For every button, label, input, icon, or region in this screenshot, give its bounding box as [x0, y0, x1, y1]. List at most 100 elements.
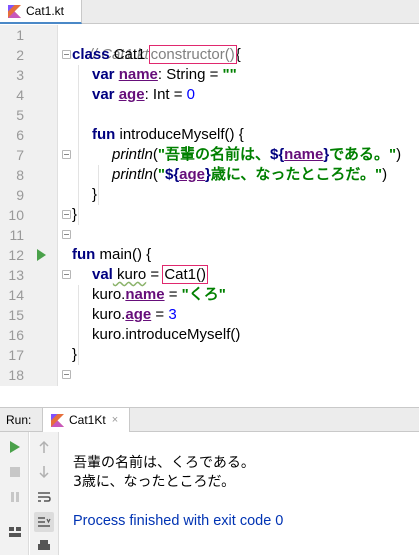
- brace: {: [235, 46, 241, 63]
- brace: }: [72, 346, 78, 363]
- code-line-3: var name: String = "": [92, 65, 237, 85]
- line-number: 16: [8, 327, 24, 343]
- scroll-to-end-icon[interactable]: [34, 512, 54, 532]
- property-name: name: [118, 66, 158, 83]
- fold-marker-icon[interactable]: [62, 370, 71, 379]
- function-signature: main() {: [95, 246, 152, 263]
- run-label: Run:: [6, 413, 32, 427]
- brace: }: [72, 206, 78, 223]
- console-output-line: 3歳に、なったところだ。: [73, 474, 236, 490]
- line-number: 14: [8, 287, 24, 303]
- indent-guide: [78, 65, 79, 225]
- template-open: ${: [269, 146, 285, 163]
- string-literal: "くろ": [181, 286, 226, 303]
- line-number: 2: [16, 47, 24, 63]
- line-number: 6: [16, 127, 24, 143]
- brace: }: [92, 186, 98, 203]
- code-line-10: }: [72, 205, 77, 225]
- paren: ): [382, 166, 388, 183]
- pause-icon[interactable]: [5, 487, 25, 507]
- operator: =: [146, 266, 164, 283]
- fold-marker-icon[interactable]: [62, 270, 71, 279]
- property-age: age: [125, 306, 152, 323]
- line-number: 13: [8, 267, 24, 283]
- property-name: name: [125, 286, 165, 303]
- fold-marker-icon[interactable]: [62, 50, 71, 59]
- line-number: 5: [16, 107, 24, 123]
- method-call: kuro.introduceMyself(): [92, 326, 241, 343]
- fold-marker-icon[interactable]: [62, 150, 71, 159]
- line-number: 12: [8, 247, 24, 263]
- line-number: 15: [8, 307, 24, 323]
- line-number: 9: [16, 187, 24, 203]
- editor-tab-bar: Cat1.kt: [0, 0, 419, 24]
- close-icon[interactable]: ×: [112, 414, 118, 426]
- process-exit-message: Process finished with exit code 0: [73, 513, 284, 529]
- code-line-17: }: [72, 345, 77, 365]
- number-literal: 3: [168, 306, 177, 323]
- code-line-16: kuro.introduceMyself(): [92, 325, 240, 345]
- stop-icon[interactable]: [5, 462, 25, 482]
- run-gutter-icon[interactable]: [37, 249, 46, 261]
- fold-marker-icon[interactable]: [62, 230, 71, 239]
- template-open: ${: [164, 166, 180, 183]
- run-toolbar-right: [30, 432, 59, 555]
- editor-tab-label: Cat1.kt: [26, 4, 65, 18]
- number-literal: 0: [186, 86, 196, 103]
- type-decl: : Int =: [144, 86, 187, 103]
- print-icon[interactable]: [34, 536, 54, 555]
- code-line-15: kuro.age = 3: [92, 305, 177, 325]
- line-number: 11: [9, 227, 24, 243]
- editor-tab-cat1-kt[interactable]: Cat1.kt: [0, 0, 82, 24]
- keyword-class: class: [72, 46, 110, 63]
- kotlin-run-config-icon: [51, 413, 64, 427]
- code-line-14: kuro.name = "くろ": [92, 285, 226, 305]
- variable-kuro: kuro: [112, 266, 147, 283]
- line-number: 1: [16, 27, 24, 43]
- indent-guide: [98, 165, 99, 205]
- run-toolbar-left: [0, 432, 29, 555]
- arrow-down-icon[interactable]: [34, 462, 54, 482]
- keyword-var: var: [92, 66, 115, 83]
- line-number: 3: [16, 67, 24, 83]
- line-number: 7: [16, 147, 24, 163]
- println-call: println: [112, 146, 153, 163]
- code-line-4: var age: Int = 0: [92, 85, 195, 105]
- string-literal: ": [157, 166, 165, 183]
- code-editor[interactable]: 1 2 3 4 5 6 7 8 9 10 11 12 13 14 15 16 1…: [0, 25, 419, 386]
- line-number: 17: [8, 347, 24, 363]
- constructor-highlight: constructor(): [148, 45, 237, 64]
- run-console: 吾輩の名前は、くろである。 3歳に、なったところだ。 Process finis…: [0, 432, 419, 555]
- layout-icon[interactable]: [5, 522, 25, 542]
- code-line-7: println("吾輩の名前は、${name}である。"): [112, 145, 401, 165]
- function-signature: introduceMyself() {: [115, 126, 244, 143]
- run-tool-window-header: Run: Cat1Kt ×: [0, 407, 419, 432]
- keyword-fun: fun: [92, 126, 116, 143]
- code-line-12: fun main() {: [72, 245, 151, 265]
- code-line-2: class Cat1 constructor(){: [72, 45, 241, 65]
- keyword-fun: fun: [72, 246, 96, 263]
- type-decl: : String =: [157, 66, 223, 83]
- fold-marker-icon[interactable]: [62, 210, 71, 219]
- println-call: println: [112, 166, 153, 183]
- code-line-6: fun introduceMyself() {: [92, 125, 244, 145]
- run-tab-label: Cat1Kt: [69, 413, 106, 427]
- code-line-9: }: [92, 185, 97, 205]
- code-line-1: // Cat1.kt: [72, 25, 149, 63]
- class-name: Cat1: [109, 46, 150, 63]
- string-literal: である。": [329, 146, 397, 163]
- object-ref: kuro.: [92, 306, 126, 323]
- arrow-up-icon[interactable]: [34, 437, 54, 457]
- run-tab-cat1kt[interactable]: Cat1Kt ×: [42, 408, 130, 432]
- object-ref: kuro.: [92, 286, 126, 303]
- operator: =: [151, 306, 169, 323]
- template-property-name: name: [284, 146, 324, 163]
- line-number: 8: [16, 167, 24, 183]
- line-number: 4: [16, 87, 24, 103]
- code-line-8: println("${age}歳に、なったところだ。"): [112, 165, 387, 185]
- soft-wrap-icon[interactable]: [34, 487, 54, 507]
- code-line-13: val kuro = Cat1(): [92, 265, 209, 285]
- rerun-icon[interactable]: [5, 437, 25, 457]
- paren: ): [396, 146, 402, 163]
- keyword-val: val: [92, 266, 113, 283]
